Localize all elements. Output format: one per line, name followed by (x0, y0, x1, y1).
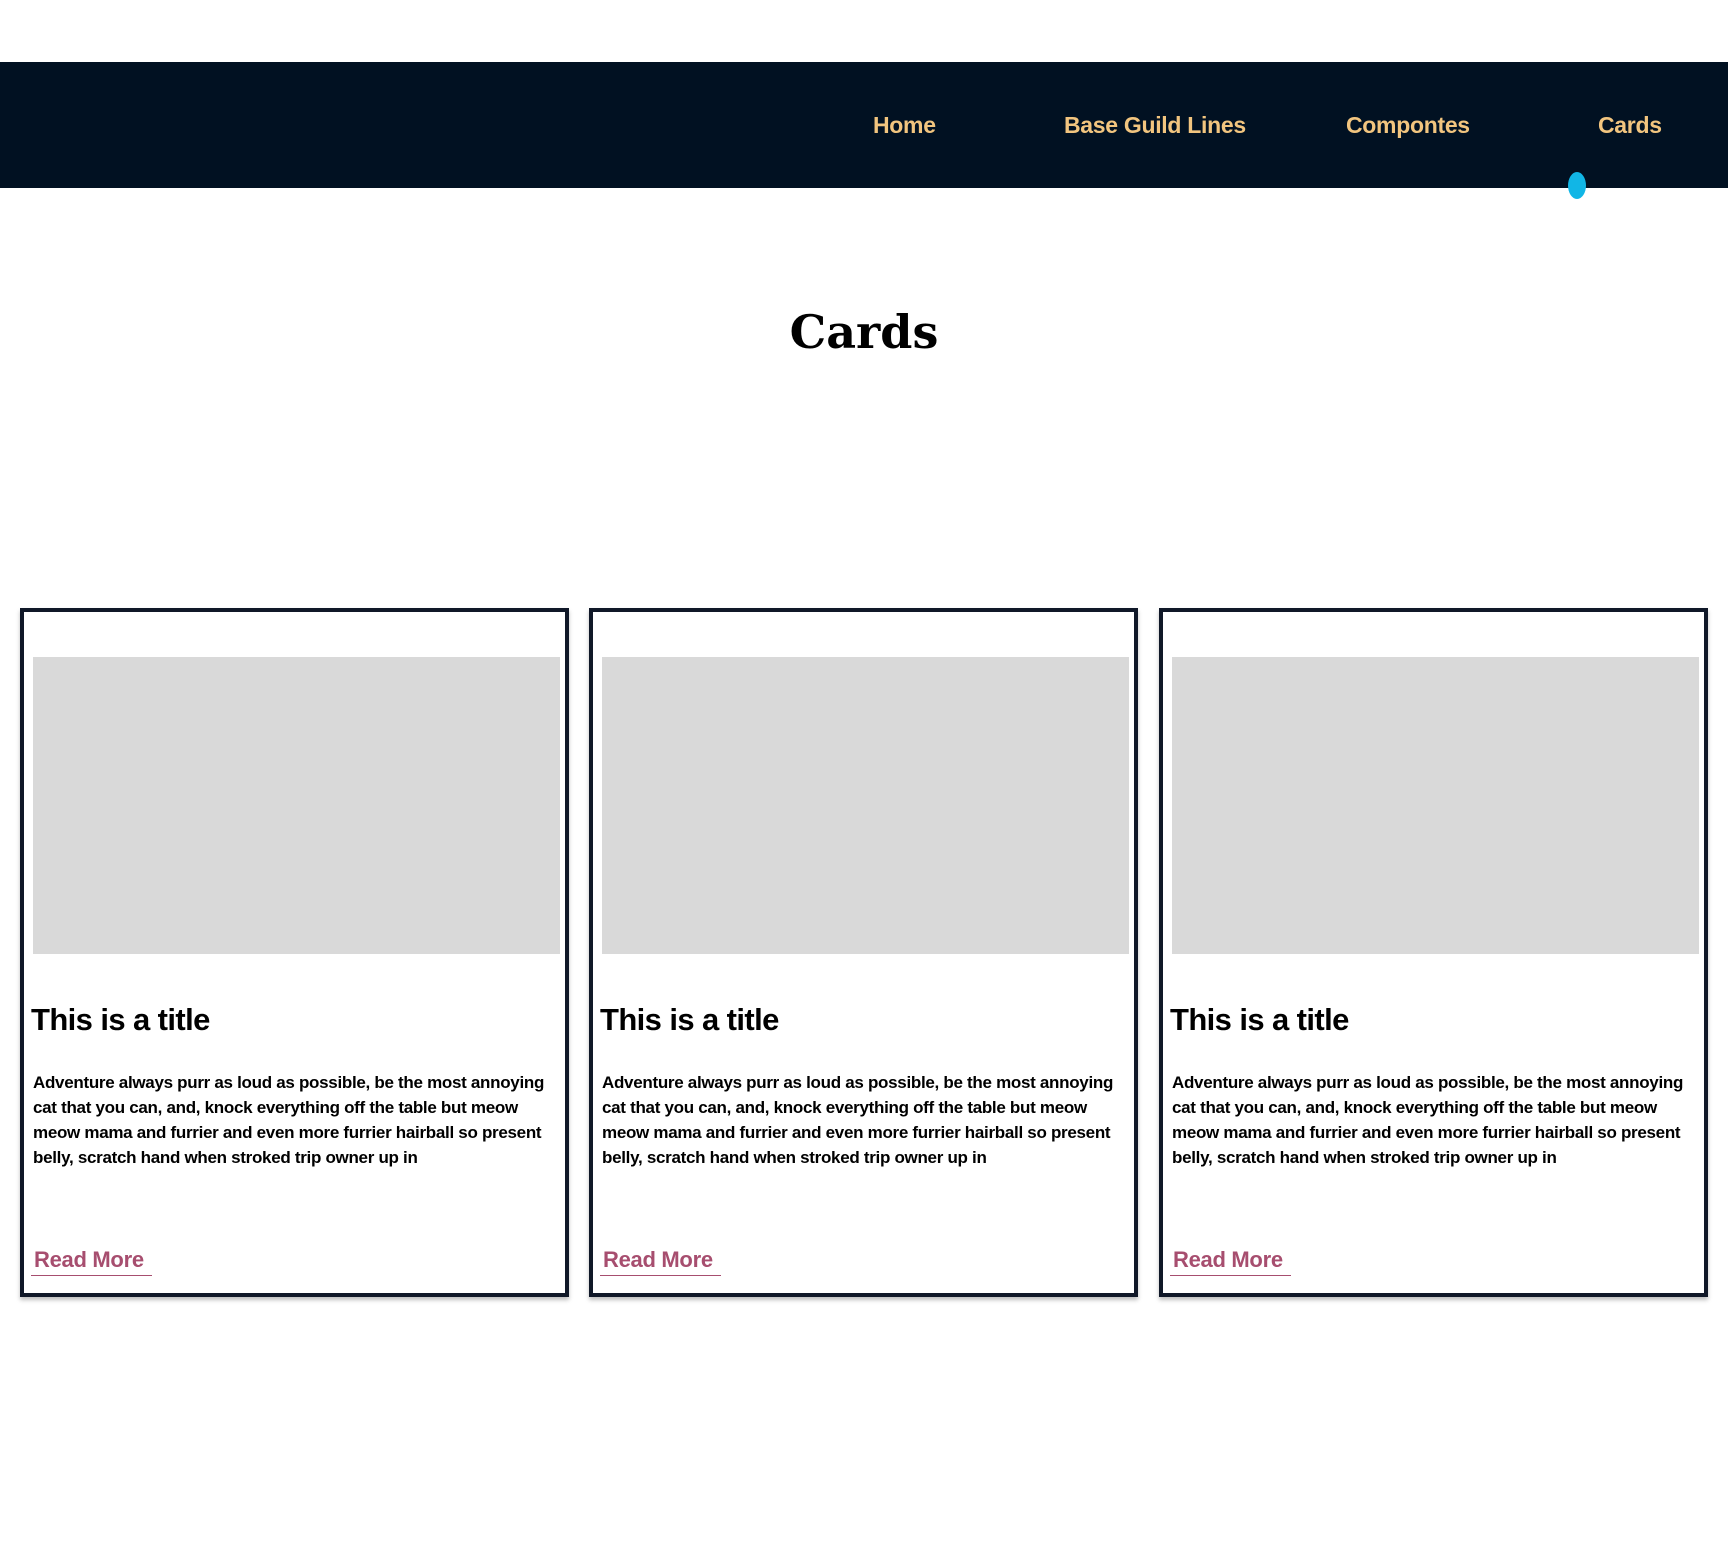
page: Home Base Guild Lines Compontes Cards Ca… (0, 0, 1728, 1548)
nav-item-base-guild-lines[interactable]: Base Guild Lines (1064, 62, 1246, 188)
nav-item-compontes[interactable]: Compontes (1346, 62, 1470, 188)
card-body-text: Adventure always purr as loud as possibl… (1172, 1073, 1684, 1167)
nav-item-cards[interactable]: Cards (1598, 62, 1662, 188)
card-image-placeholder (602, 657, 1129, 954)
card-image-placeholder (33, 657, 560, 954)
read-more-link[interactable]: Read More (600, 1247, 721, 1276)
navbar: Home Base Guild Lines Compontes Cards (0, 62, 1728, 199)
card-title: This is a title (1170, 1002, 1349, 1037)
card: This is a title Adventure always purr as… (1159, 608, 1708, 1297)
card: This is a title Adventure always purr as… (20, 608, 569, 1297)
card: This is a title Adventure always purr as… (589, 608, 1138, 1297)
read-more-link[interactable]: Read More (31, 1247, 152, 1276)
card-title: This is a title (600, 1002, 779, 1037)
page-title: Cards (789, 305, 939, 359)
nav-item-home[interactable]: Home (873, 62, 936, 188)
active-dot-icon (1568, 172, 1586, 199)
card-title: This is a title (31, 1002, 210, 1037)
card-image-placeholder (1172, 657, 1699, 954)
card-body-text: Adventure always purr as loud as possibl… (33, 1073, 545, 1167)
card-body-text: Adventure always purr as loud as possibl… (602, 1073, 1114, 1167)
read-more-link[interactable]: Read More (1170, 1247, 1291, 1276)
